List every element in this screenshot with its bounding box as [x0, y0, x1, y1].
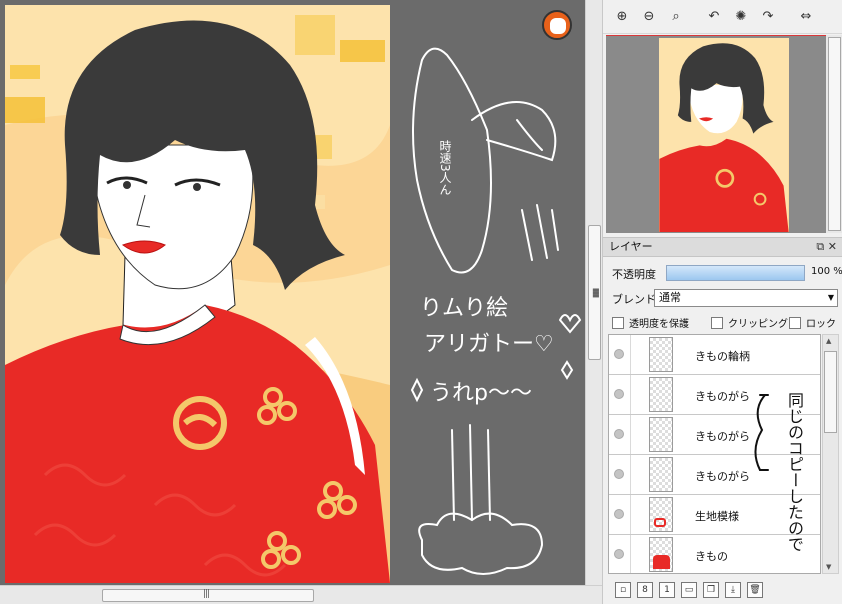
layer-divider — [630, 495, 631, 534]
right-panel: ⊕ ⊖ ⌕ ↶ ✺ ↷ ⇔ レイヤー ⧉ ✕ 不透明度 100 % ブレンド 通… — [602, 0, 842, 604]
grip-icon: ▬ ▬ ▬ — [592, 285, 600, 300]
doodle-text-1: りムり絵 — [420, 296, 509, 321]
checkbox-icon[interactable] — [789, 316, 801, 329]
panel-window-icons[interactable]: ⧉ ✕ — [816, 238, 837, 256]
layer-thumbnail — [649, 537, 673, 572]
handwritten-note: 同じのコピーしたので — [785, 392, 804, 552]
layer-name: 生地模様 — [695, 510, 739, 523]
zoom-reset-icon[interactable]: ⌕ — [666, 7, 686, 27]
scroll-down-icon[interactable]: ▼ — [826, 563, 831, 571]
checkbox-icon[interactable] — [711, 316, 723, 329]
layer-thumbnail — [649, 337, 673, 372]
scroll-up-icon[interactable]: ▲ — [826, 337, 831, 345]
navigator-scroll-thumb[interactable] — [828, 37, 841, 231]
rotate-reset-icon[interactable]: ✺ — [731, 7, 751, 27]
avatar-face-icon — [550, 18, 566, 34]
blend-row: ブレンド 通常 ▼ — [603, 287, 842, 309]
layer-name: きものがら — [695, 390, 750, 403]
visibility-eye-icon[interactable] — [614, 469, 624, 479]
layer-divider — [630, 535, 631, 573]
canvas-area[interactable]: 時速3人ん りムり絵 アリガトー♡ うれp〜〜 — [0, 0, 585, 585]
opacity-slider[interactable] — [666, 265, 805, 281]
visibility-eye-icon[interactable] — [614, 429, 624, 439]
layer-divider — [630, 415, 631, 454]
layer-thumbnail — [649, 417, 673, 452]
navigator-thumbnail — [659, 38, 789, 232]
navigator-scrollbar[interactable] — [826, 35, 842, 233]
protect-alpha-label: 透明度を保護 — [629, 319, 689, 330]
zoom-out-icon[interactable]: ⊖ — [639, 7, 659, 27]
visibility-eye-icon[interactable] — [614, 549, 624, 559]
visibility-eye-icon[interactable] — [614, 509, 624, 519]
opacity-label: 不透明度 — [612, 268, 656, 281]
doodle-text-3: うれp〜〜 — [430, 381, 532, 406]
layer-list-scrollbar[interactable]: ▲ ▼ — [822, 334, 839, 574]
layer-thumbnail — [649, 377, 673, 412]
user-avatar[interactable] — [542, 10, 572, 40]
thumbnail-pattern — [654, 518, 666, 527]
grip-icon: ||| — [203, 589, 210, 599]
layer-footer-toolbar: ▫ 8 1 ▭ ❐ ⤓ 🗑 — [603, 578, 842, 602]
lock-label: ロック — [806, 319, 836, 330]
canvas-horizontal-scroll-thumb[interactable]: ||| — [102, 589, 314, 602]
merge-down-icon[interactable]: ⤓ — [725, 582, 741, 598]
copy-layer-icon[interactable]: ❐ — [703, 582, 719, 598]
blend-mode-select[interactable]: 通常 ▼ — [654, 289, 838, 307]
delete-layer-icon[interactable]: 🗑 — [747, 582, 763, 598]
clipping-label: クリッピング — [728, 319, 788, 330]
layer-divider — [630, 335, 631, 374]
layer-row[interactable]: きもの輪柄 — [609, 335, 820, 375]
new-1bit-layer-icon[interactable]: 1 — [659, 582, 675, 598]
checkbox-icon[interactable] — [612, 316, 624, 329]
navigator-preview[interactable] — [606, 35, 839, 233]
blend-mode-value: 通常 — [659, 291, 681, 304]
rotate-left-icon[interactable]: ↶ — [704, 7, 724, 27]
new-folder-icon[interactable]: ▭ — [681, 582, 697, 598]
thumbnail-illustration — [659, 38, 789, 232]
visibility-eye-icon[interactable] — [614, 349, 624, 359]
rotate-right-icon[interactable]: ↷ — [758, 7, 778, 27]
opacity-value: 100 % — [811, 266, 842, 277]
flip-horizontal-icon[interactable]: ⇔ — [796, 7, 816, 27]
clipping-checkbox[interactable]: クリッピング — [711, 315, 788, 330]
protect-alpha-checkbox[interactable]: 透明度を保護 — [612, 315, 689, 330]
canvas-horizontal-scrollbar[interactable]: ||| — [0, 585, 602, 604]
new-8bit-layer-icon[interactable]: 8 — [637, 582, 653, 598]
navigator-toolbar: ⊕ ⊖ ⌕ ↶ ✺ ↷ ⇔ — [603, 0, 842, 34]
opacity-row: 不透明度 100 % — [603, 262, 842, 284]
layer-panel-header: レイヤー ⧉ ✕ — [603, 237, 842, 257]
layer-divider — [630, 455, 631, 494]
layer-divider — [630, 375, 631, 414]
layer-name: きもの輪柄 — [695, 350, 750, 363]
artwork-canvas[interactable] — [5, 5, 390, 583]
layer-thumbnail — [649, 457, 673, 492]
thumbnail-red-fill — [653, 555, 670, 569]
doodle-text-speed: 時速3人ん — [438, 140, 452, 196]
artwork-illustration — [5, 5, 390, 583]
layer-list-scroll-thumb[interactable] — [824, 351, 837, 433]
doodle-text-2: アリガトー♡ — [424, 332, 554, 357]
handwritten-doodle: 時速3人ん りムり絵 アリガトー♡ うれp〜〜 — [392, 0, 585, 585]
chevron-down-icon: ▼ — [827, 293, 834, 302]
blend-label: ブレンド — [612, 293, 656, 306]
visibility-eye-icon[interactable] — [614, 389, 624, 399]
layer-name: きものがら — [695, 430, 750, 443]
layer-panel-title: レイヤー — [609, 240, 653, 253]
layer-options-row: 透明度を保護 クリッピング ロック — [603, 312, 842, 332]
canvas-vertical-scrollbar[interactable]: ▬ ▬ ▬ — [585, 0, 602, 585]
layer-name: きものがら — [695, 470, 750, 483]
canvas-vertical-scroll-thumb[interactable]: ▬ ▬ ▬ — [588, 225, 601, 360]
new-layer-icon[interactable]: ▫ — [615, 582, 631, 598]
layer-name: きもの — [695, 550, 728, 563]
zoom-in-icon[interactable]: ⊕ — [612, 7, 632, 27]
lock-checkbox[interactable]: ロック — [789, 315, 836, 330]
layer-thumbnail — [649, 497, 673, 532]
